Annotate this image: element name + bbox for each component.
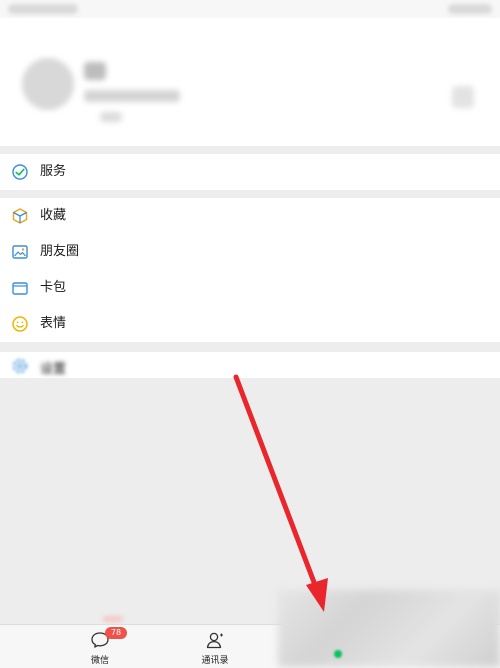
section-divider xyxy=(0,190,500,198)
tab-label: 通讯录 xyxy=(201,656,229,666)
tab-wechat[interactable]: 78 微信 xyxy=(70,627,130,666)
menu-item-emoji[interactable]: 表情 xyxy=(0,306,500,342)
menu-item-card-wallet[interactable]: 卡包 xyxy=(0,270,500,306)
section-divider xyxy=(0,342,500,352)
section-divider xyxy=(0,146,500,154)
favorites-cube-icon xyxy=(11,207,29,225)
status-bar xyxy=(0,0,500,18)
profile-status-masked xyxy=(100,112,122,122)
menu-item-label: 设置 xyxy=(40,362,67,377)
settings-gear-icon xyxy=(11,357,29,375)
service-group: 服务 xyxy=(0,154,500,190)
annotation-mark xyxy=(103,616,123,622)
watermark-blur xyxy=(278,590,500,667)
avatar[interactable] xyxy=(22,58,74,110)
contacts-icon xyxy=(205,631,225,649)
moments-photo-icon xyxy=(11,243,29,261)
tab-contacts[interactable]: 通讯录 xyxy=(185,629,245,666)
status-bar-blur xyxy=(8,4,78,14)
menu-item-label: 卡包 xyxy=(40,280,67,295)
profile-header[interactable] xyxy=(0,18,500,146)
emoji-smile-icon xyxy=(11,315,29,333)
main-menu-group: 收藏 朋友圈 卡包 表情 xyxy=(0,198,500,342)
status-bar-blur xyxy=(448,4,492,14)
menu-item-label: 收藏 xyxy=(40,208,67,223)
discover-tab-dot xyxy=(334,650,342,658)
menu-item-label: 朋友圈 xyxy=(40,244,80,259)
menu-item-favorites[interactable]: 收藏 xyxy=(0,198,500,234)
menu-item-settings[interactable]: 设置 xyxy=(0,352,500,378)
service-check-icon xyxy=(11,163,29,181)
unread-badge: 78 xyxy=(105,627,127,639)
qr-code-icon[interactable] xyxy=(452,86,474,108)
menu-item-label: 表情 xyxy=(40,316,67,331)
menu-item-label: 服务 xyxy=(40,164,67,179)
profile-name-masked xyxy=(84,62,106,80)
tab-label: 微信 xyxy=(90,656,109,666)
menu-item-service[interactable]: 服务 xyxy=(0,154,500,190)
menu-item-moments[interactable]: 朋友圈 xyxy=(0,234,500,270)
profile-id-masked xyxy=(84,90,180,102)
card-wallet-icon xyxy=(11,279,29,297)
arrow-shaft xyxy=(233,374,323,601)
